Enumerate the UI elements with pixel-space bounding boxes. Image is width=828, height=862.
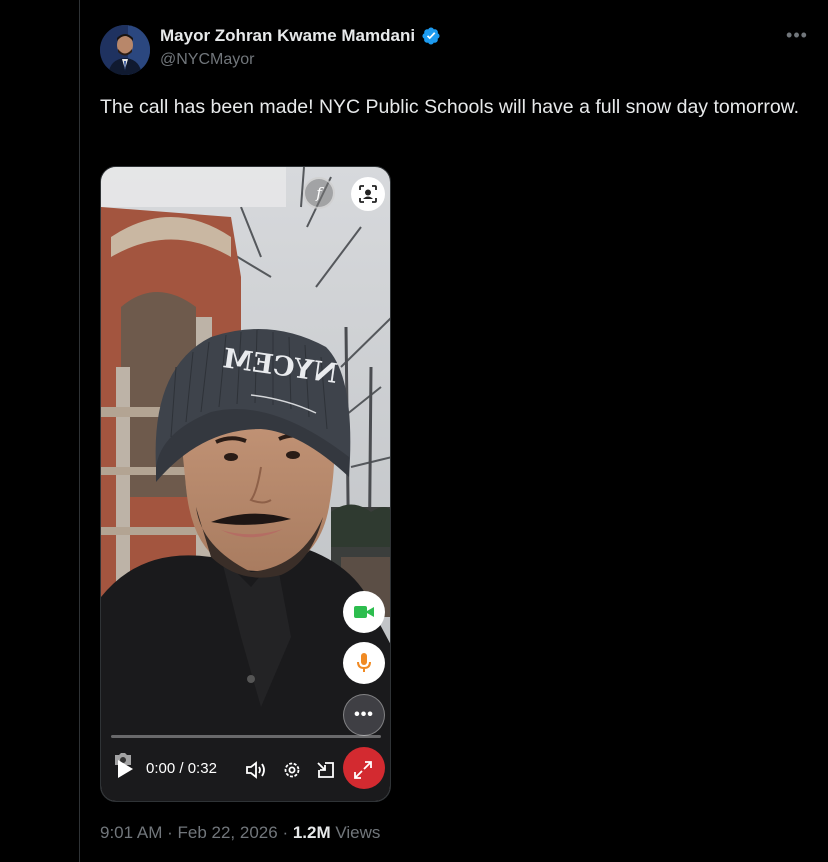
- avatar[interactable]: [100, 25, 150, 75]
- meta-separator: ·: [167, 823, 178, 842]
- microphone-toggle-button[interactable]: [343, 642, 385, 684]
- tweet-meta: 9:01 AM · Feb 22, 2026 · 1.2M Views: [100, 823, 380, 843]
- author-name-row: Mayor Zohran Kwame Mamdani: [160, 26, 441, 46]
- picture-in-picture-icon: [317, 762, 334, 778]
- time-separator: /: [179, 760, 184, 777]
- current-time: 0:00: [146, 760, 176, 777]
- more-options-button[interactable]: •••: [343, 694, 385, 736]
- settings-icon: [284, 762, 300, 778]
- fullscreen-icon: [354, 761, 372, 779]
- picture-in-picture-button[interactable]: [313, 757, 339, 783]
- volume-icon: [246, 761, 265, 779]
- meta-separator: ·: [282, 823, 293, 842]
- column-divider: [79, 0, 80, 862]
- video-progress-bar[interactable]: [111, 735, 381, 738]
- play-icon: [118, 760, 133, 778]
- face-frame-icon: [359, 185, 377, 203]
- video-player[interactable]: NYCEM f ••• 0:00 / 0:32: [100, 166, 391, 802]
- video-camera-icon: [354, 606, 374, 618]
- post-date[interactable]: Feb 22, 2026: [178, 823, 278, 842]
- video-toggle-button[interactable]: [343, 591, 385, 633]
- fullscreen-button[interactable]: [350, 757, 376, 783]
- volume-button[interactable]: [243, 757, 269, 783]
- effects-button[interactable]: f: [303, 177, 335, 209]
- microphone-icon: [357, 653, 371, 672]
- author-display-name[interactable]: Mayor Zohran Kwame Mamdani: [160, 26, 415, 46]
- video-controls: 0:00 / 0:32: [101, 751, 390, 795]
- more-icon[interactable]: •••: [786, 24, 808, 46]
- ellipsis-icon: •••: [354, 706, 374, 723]
- effects-label: f: [316, 184, 322, 202]
- play-button[interactable]: [113, 757, 137, 781]
- author-handle[interactable]: @NYCMayor: [160, 51, 254, 69]
- settings-button[interactable]: [279, 757, 305, 783]
- views-label: Views: [335, 823, 381, 842]
- tweet-text: The call has been made! NYC Public Schoo…: [100, 96, 800, 118]
- face-frame-button[interactable]: [351, 177, 385, 211]
- duration: 0:32: [187, 760, 217, 777]
- video-time: 0:00 / 0:32: [146, 760, 217, 777]
- views-count: 1.2M: [292, 823, 331, 842]
- verified-badge-icon[interactable]: [421, 26, 441, 46]
- post-time[interactable]: 9:01 AM: [100, 823, 162, 842]
